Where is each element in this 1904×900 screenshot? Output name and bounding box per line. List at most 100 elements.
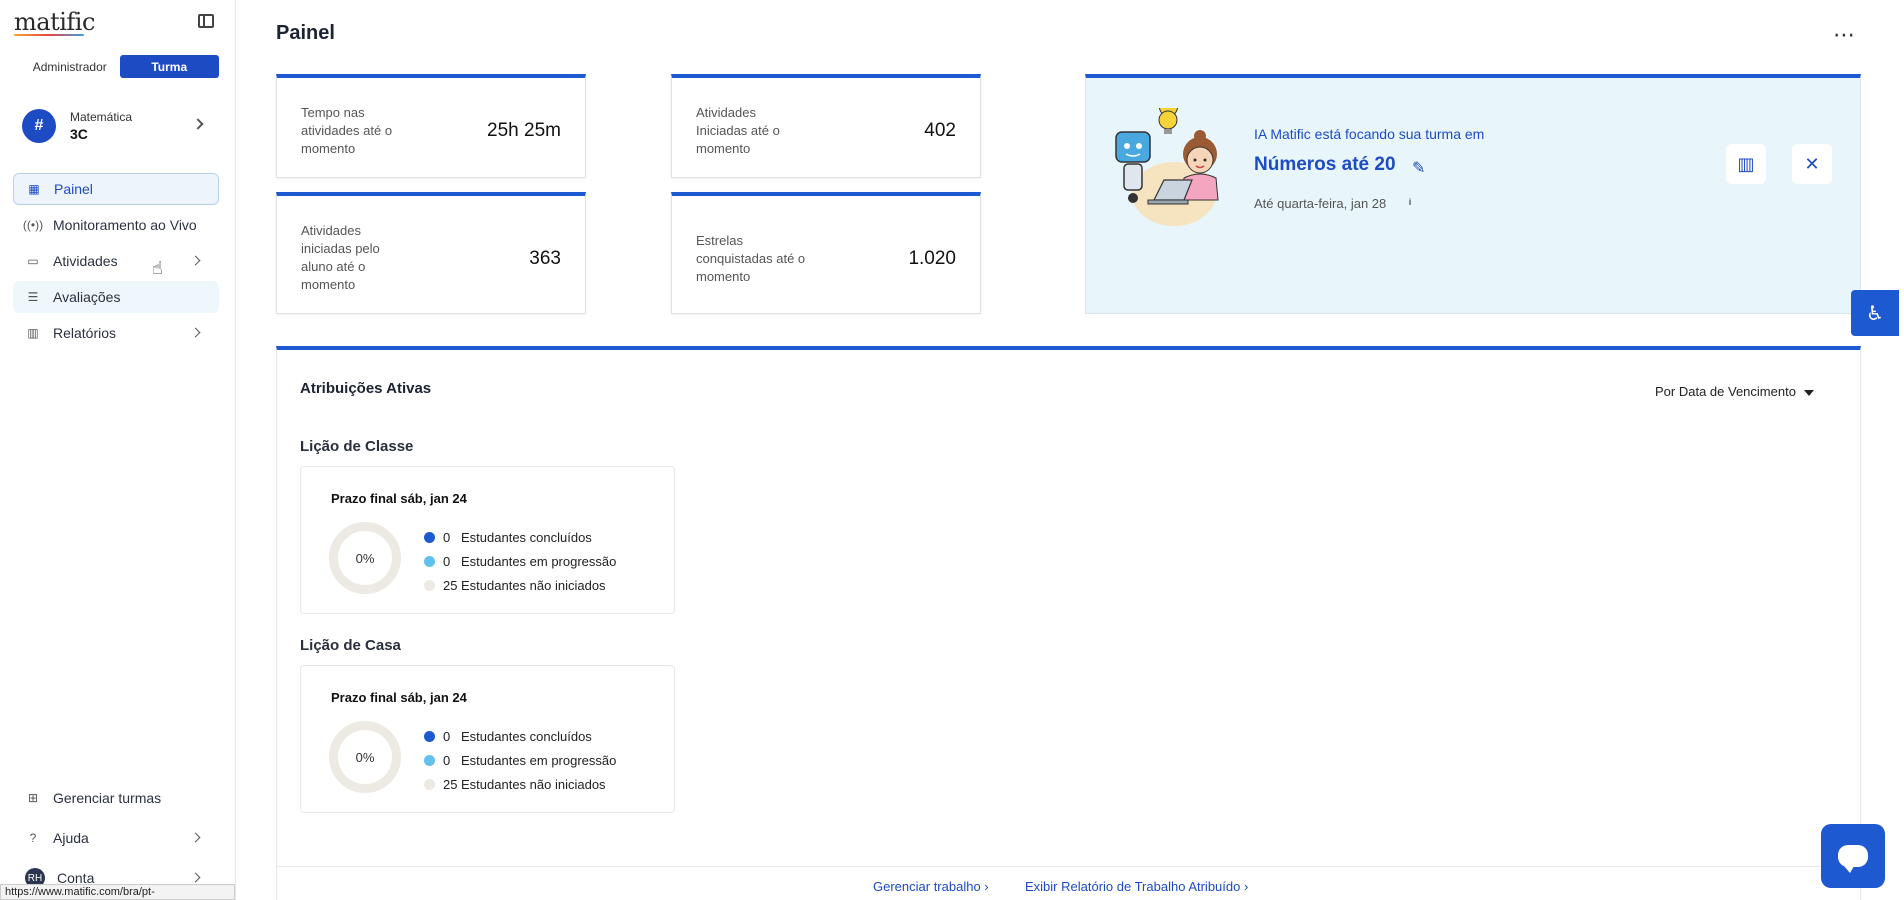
class-name: 3C	[70, 126, 88, 142]
sidebar-item-relatorios[interactable]: ▥ Relatórios	[13, 317, 219, 349]
sidebar-item-label: Relatórios	[53, 325, 117, 341]
chevron-right-icon	[190, 255, 201, 266]
progress-percent: 0%	[355, 550, 375, 566]
in-progress-dot-icon	[424, 754, 435, 766]
legend-row-in-progress: 0 Estudantes em progressão	[424, 549, 616, 573]
page-title: Painel	[276, 22, 335, 44]
info-icon[interactable]: i	[1404, 197, 1416, 209]
live-monitor-icon: ((•))	[22, 218, 44, 232]
accessibility-button[interactable]: ♿	[1851, 290, 1899, 336]
progress-legend: 0 Estudantes concluídos 0 Estudantes em …	[424, 525, 616, 597]
sidebar-collapse-icon[interactable]	[198, 14, 214, 28]
chevron-right-icon	[190, 327, 201, 338]
sidebar-item-atividades[interactable]: ▭ Atividades	[13, 245, 219, 277]
assignment-card-class-lesson[interactable]: Prazo final sáb, jan 24 0% 0 Estudantes …	[300, 466, 675, 614]
sidebar-item-label: Atividades	[53, 253, 118, 269]
laptop-icon: ▭	[27, 254, 39, 268]
ai-focus-date: Até quarta-feira, jan 28	[1254, 196, 1387, 211]
chevron-right-icon: ›	[1243, 879, 1249, 894]
completed-dot-icon	[424, 531, 435, 543]
role-class-button[interactable]: Turma	[119, 55, 219, 78]
assigned-work-report-label: Exibir Relatório de Trabalho Atribuído	[1025, 879, 1241, 894]
sort-dropdown[interactable]: Por Data de Vencimento	[1655, 384, 1814, 399]
sidebar-item-avaliacoes[interactable]: ☰ Avaliações	[13, 281, 219, 313]
legend-label: Estudantes não iniciados	[461, 776, 606, 792]
section-title-class-lesson: Lição de Classe	[300, 438, 414, 455]
stat-card-stars: Estrelas conquistadas até o momento 1.02…	[671, 192, 981, 314]
stat-label: Tempo nas atividades até o momento	[301, 105, 393, 156]
edit-icon[interactable]: ✎	[1412, 158, 1425, 178]
manage-work-link[interactable]: Gerenciar trabalho ›	[873, 879, 989, 894]
stat-value: 363	[529, 248, 561, 269]
dashboard-icon: ▦	[28, 182, 40, 196]
sidebar-item-label: Gerenciar turmas	[53, 790, 162, 806]
legend-row-completed: 0 Estudantes concluídos	[424, 724, 616, 748]
ai-close-button[interactable]: ✕	[1792, 144, 1832, 184]
caret-down-icon	[1803, 389, 1814, 396]
sidebar-item-gerenciar-turmas[interactable]: ⊞ Gerenciar turmas	[13, 782, 219, 814]
manage-work-label: Gerenciar trabalho	[873, 879, 981, 894]
stat-label: Estrelas conquistadas até o momento	[696, 233, 806, 284]
role-admin-button[interactable]: Administrador	[20, 55, 120, 78]
sidebar: matific Administrador Turma # Matemática…	[0, 0, 236, 900]
section-title-homework: Lição de Casa	[300, 637, 401, 654]
bar-chart-icon: ▥	[27, 326, 39, 340]
status-bar-url: https://www.matific.com/bra/pt-br/teache…	[0, 884, 235, 900]
chat-button[interactable]	[1821, 824, 1885, 888]
sidebar-nav: ▦ Painel ((•)) Monitoramento ao Vivo ▭ A…	[13, 173, 219, 353]
legend-row-completed: 0 Estudantes concluídos	[424, 525, 616, 549]
class-selector[interactable]: # Matemática 3C	[22, 104, 212, 148]
chat-icon	[1838, 845, 1868, 873]
due-date: Prazo final sáb, jan 24	[331, 491, 467, 506]
assignment-card-homework[interactable]: Prazo final sáb, jan 24 0% 0 Estudantes …	[300, 665, 675, 813]
stat-label: Atividades iniciadas pelo aluno até o mo…	[301, 223, 380, 292]
completed-dot-icon	[424, 730, 435, 742]
sidebar-item-ajuda[interactable]: ? Ajuda	[13, 822, 219, 854]
chevron-right-icon	[190, 832, 201, 843]
sidebar-bottom-nav: ⊞ Gerenciar turmas ? Ajuda RH Conta	[13, 782, 219, 900]
sidebar-item-monitoramento[interactable]: ((•)) Monitoramento ao Vivo	[13, 209, 219, 241]
legend-label: Estudantes concluídos	[461, 728, 592, 744]
chevron-right-icon	[192, 118, 204, 130]
legend-count: 0	[443, 529, 451, 545]
hand-cursor-icon: ☝	[152, 258, 163, 278]
checklist-icon: ☰	[27, 290, 39, 304]
stat-value: 402	[924, 120, 956, 141]
legend-row-in-progress: 0 Estudantes em progressão	[424, 748, 616, 772]
legend-count: 0	[443, 553, 451, 569]
role-toggle: Administrador Turma	[20, 55, 219, 78]
assignments-footer: Gerenciar trabalho › Exibir Relatório de…	[277, 866, 1860, 900]
stat-card-activities-started: Atividades Iniciadas até o momento 402	[671, 74, 981, 178]
stat-value: 25h 25m	[487, 120, 561, 141]
sort-dropdown-label: Por Data de Vencimento	[1655, 384, 1796, 399]
progress-donut: 0%	[329, 721, 401, 793]
stat-card-time: Tempo nas atividades até o momento 25h 2…	[276, 74, 586, 178]
stat-label: Atividades Iniciadas até o momento	[696, 105, 780, 156]
not-started-dot-icon	[424, 778, 435, 790]
sidebar-item-label: Painel	[54, 181, 93, 197]
classes-icon: ⊞	[27, 791, 39, 805]
assigned-work-report-link[interactable]: Exibir Relatório de Trabalho Atribuído ›	[1025, 879, 1248, 894]
legend-count: 0	[443, 752, 451, 768]
logo-underline	[14, 34, 84, 36]
sidebar-item-painel[interactable]: ▦ Painel	[13, 173, 219, 205]
sidebar-item-label: Avaliações	[53, 289, 121, 305]
class-subject: Matemática	[70, 110, 133, 124]
not-started-dot-icon	[424, 579, 435, 591]
stat-card-student-activities: Atividades iniciadas pelo aluno até o mo…	[276, 192, 586, 314]
legend-count: 0	[443, 728, 451, 744]
progress-legend: 0 Estudantes concluídos 0 Estudantes em …	[424, 724, 616, 796]
more-options-icon[interactable]: ⋯	[1833, 22, 1856, 48]
close-icon: ✕	[1804, 153, 1820, 174]
legend-label: Estudantes em progressão	[461, 752, 617, 768]
accessibility-icon: ♿	[1866, 302, 1884, 325]
sidebar-item-label: Monitoramento ao Vivo	[53, 217, 197, 233]
ai-report-button[interactable]: ▥	[1726, 144, 1766, 184]
chevron-right-icon	[190, 872, 201, 883]
due-date: Prazo final sáb, jan 24	[331, 690, 467, 705]
matific-logo[interactable]: matific	[14, 8, 95, 36]
sidebar-item-label: Ajuda	[53, 830, 89, 846]
chevron-right-icon: ›	[984, 879, 989, 894]
ai-focus-topic: Números até 20	[1254, 154, 1396, 175]
legend-label: Estudantes não iniciados	[461, 577, 606, 593]
